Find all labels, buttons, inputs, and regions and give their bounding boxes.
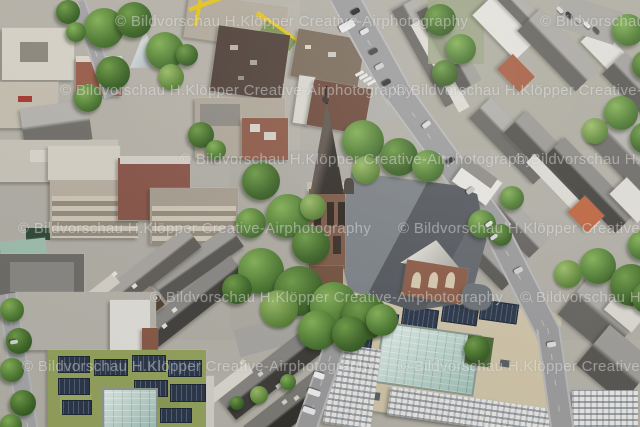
rooftop-unit	[30, 150, 50, 162]
tree	[280, 374, 296, 390]
tree	[464, 336, 490, 362]
tree	[292, 226, 330, 264]
tower-window-slit	[333, 236, 341, 254]
tree	[412, 150, 444, 182]
tree	[242, 162, 280, 200]
building-white-corner	[572, 390, 638, 427]
church-spire-ball	[322, 96, 329, 103]
church-turret	[344, 178, 354, 194]
solar-panel-array	[58, 378, 90, 395]
solar-panel-array	[170, 384, 206, 402]
glass-atrium	[102, 388, 158, 427]
tree	[432, 60, 458, 86]
solar-panel-array	[58, 356, 90, 373]
tree	[0, 298, 24, 322]
rooftop-unit	[250, 124, 260, 132]
tree	[56, 0, 80, 24]
tree	[250, 386, 268, 404]
tree	[0, 358, 24, 382]
rooftop-vent	[500, 359, 511, 367]
parking-roof-white	[48, 146, 120, 180]
building-mansard-top	[10, 262, 74, 292]
tree	[176, 44, 198, 66]
rooftop-unit	[230, 45, 238, 50]
tree	[446, 34, 476, 64]
rooftop-unit	[264, 132, 276, 140]
tree	[236, 208, 266, 238]
building-brick-store-roof	[120, 156, 190, 164]
tree	[222, 274, 252, 304]
tree	[424, 4, 456, 36]
tree	[66, 22, 86, 42]
tree	[300, 194, 326, 220]
rooftop-unit	[305, 45, 311, 49]
tree	[260, 290, 298, 328]
tree	[10, 390, 36, 416]
solar-panel-array	[168, 360, 202, 377]
tree	[332, 316, 368, 352]
tree	[74, 84, 102, 112]
rooftop-unit	[250, 60, 257, 65]
tree	[116, 2, 152, 38]
tree	[500, 186, 524, 210]
tree	[604, 96, 638, 130]
tower-window-slit	[327, 202, 334, 226]
tree	[554, 260, 582, 288]
inner-courtyard	[20, 42, 48, 62]
solar-panel-array	[132, 355, 166, 372]
tree	[230, 396, 244, 410]
storefront-awning-red	[18, 96, 32, 102]
tower-window-slit	[338, 202, 345, 226]
tree	[158, 64, 184, 90]
rooftop-unit	[238, 76, 244, 80]
tree	[206, 140, 226, 160]
solar-panel-array	[62, 400, 92, 415]
chimney-brick	[142, 328, 158, 352]
tree	[582, 118, 608, 144]
tree	[352, 156, 380, 184]
tree	[612, 14, 640, 46]
aerial-photograph: © Bildvorschau H.Klöpper Creative-Airpho…	[0, 0, 640, 427]
rooftop-unit	[328, 52, 336, 57]
tree	[96, 56, 130, 90]
solar-panel-array	[94, 359, 128, 376]
solar-panel-array	[160, 408, 192, 423]
tree	[366, 304, 398, 336]
